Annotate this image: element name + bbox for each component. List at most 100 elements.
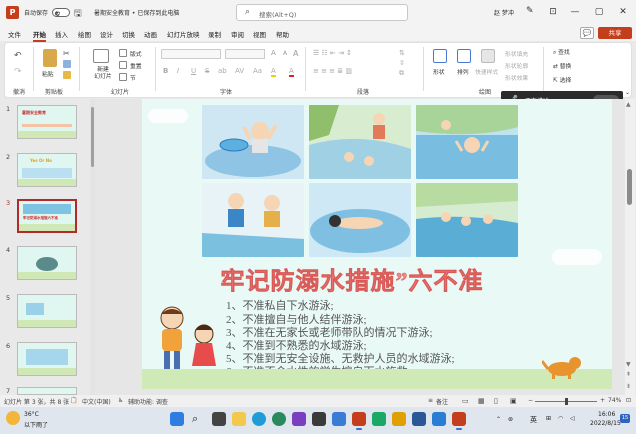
highlight-button[interactable]: A (271, 67, 276, 77)
task-view-icon[interactable] (212, 412, 226, 426)
notification-badge[interactable]: 15 (620, 414, 630, 423)
strikethrough-button[interactable]: S (205, 67, 209, 75)
file-explorer-icon[interactable] (232, 412, 246, 426)
slide-thumbnail-4[interactable] (17, 246, 77, 280)
share-button[interactable]: 共享 (598, 27, 632, 39)
slide-vertical-scrollbar[interactable]: ▲ ▼ ⇞ ⇟ (625, 99, 635, 395)
app-icon[interactable] (432, 412, 446, 426)
menu-insert[interactable]: 插入 (55, 29, 68, 39)
close-button[interactable]: ✕ (612, 4, 634, 20)
redo-icon[interactable]: ↷ (14, 67, 22, 77)
current-slide[interactable]: 牢记防溺水措施”六不准 1、不准私自下水游泳; 2、不准擅自与他人结伴游泳; 3… (142, 99, 612, 389)
section-label[interactable]: 节 (130, 73, 136, 82)
next-slide-icon[interactable]: ⇟ (626, 383, 631, 390)
new-slide-icon[interactable] (93, 49, 109, 63)
accessibility-status[interactable]: 辅助功能: 调查 (128, 397, 168, 406)
align-text-icon[interactable]: ⇳ (399, 59, 405, 67)
fit-to-window-icon[interactable]: ⊡ (626, 397, 631, 404)
menu-help[interactable]: 帮助 (276, 29, 289, 39)
pen-icon[interactable]: ✎ (526, 6, 534, 16)
menu-view[interactable]: 视图 (253, 29, 266, 39)
language-status[interactable]: 中文(中国) (82, 397, 111, 406)
paste-icon[interactable] (43, 49, 57, 67)
menu-home[interactable]: 开始 (33, 29, 46, 42)
user-name[interactable]: 赵 梦冲 (494, 8, 514, 17)
taskbar-search-icon[interactable]: ⌕ (192, 412, 206, 426)
weather-icon[interactable] (6, 411, 20, 425)
menu-record[interactable]: 录制 (208, 29, 221, 39)
shadow-button[interactable]: ab (218, 67, 227, 75)
clear-format-icon[interactable]: A (293, 49, 298, 58)
cut-icon[interactable]: ✂ (63, 49, 71, 58)
slide-thumbnail-6[interactable] (17, 342, 77, 376)
align-icons[interactable]: ≡ ≡ ≡ ≣ ▥ (313, 67, 352, 75)
replace-button[interactable]: ⇄ 替换 (553, 61, 571, 70)
shape-effect-button[interactable]: 形状效果 (505, 73, 528, 82)
ribbon-collapse-icon[interactable]: ⌄ (625, 89, 630, 96)
accessibility-icon[interactable]: ♿ (118, 397, 123, 404)
app-icon[interactable] (332, 412, 346, 426)
slide-sorter-icon[interactable]: ▦ (478, 397, 485, 405)
maximize-button[interactable]: ▢ (588, 4, 610, 20)
shapes-label[interactable]: 形状 (433, 67, 445, 76)
section-icon[interactable] (119, 73, 127, 81)
menu-slideshow[interactable]: 幻灯片放映 (167, 29, 200, 39)
slide-title[interactable]: 牢记防溺水措施”六不准 (182, 261, 522, 296)
clock-time[interactable]: 16:06 (598, 411, 615, 418)
clock-date[interactable]: 2022/8/15 (590, 420, 621, 427)
app-icon[interactable] (292, 412, 306, 426)
quick-styles-icon[interactable] (481, 49, 495, 63)
zoom-out-icon[interactable]: − (528, 397, 533, 404)
edge-icon[interactable] (252, 412, 266, 426)
scroll-up-icon[interactable]: ▲ (626, 101, 631, 108)
windows-start-icon[interactable] (170, 412, 184, 426)
smartart-icon[interactable]: ⧉ (399, 69, 404, 78)
comment-button[interactable]: 💬 (580, 27, 594, 39)
bold-button[interactable]: B (163, 67, 168, 75)
layout-label[interactable]: 版式 (130, 49, 142, 58)
copy-icon[interactable] (63, 60, 71, 68)
volume-icon[interactable]: ◁ (570, 415, 575, 422)
zoom-slider-thumb[interactable] (565, 398, 568, 405)
word-icon[interactable] (412, 412, 426, 426)
save-icon[interactable]: 🖫 (74, 6, 82, 22)
grow-font-icon[interactable]: A (271, 49, 276, 57)
slide-thumbnail-5[interactable] (17, 294, 77, 328)
font-color-button[interactable]: A (289, 67, 294, 77)
reset-icon[interactable] (119, 61, 127, 69)
app-icon[interactable] (312, 412, 326, 426)
zoom-level[interactable]: 74% (608, 397, 621, 404)
normal-view-icon[interactable]: ▭ (462, 397, 469, 405)
text-direction-icon[interactable]: ⇅ (399, 49, 405, 57)
char-spacing-button[interactable]: AV (235, 67, 244, 75)
wifi-icon[interactable]: ◠ (558, 415, 563, 422)
bullets-icon[interactable]: ☰ ☷ ⇤ ⇥ ↕ (313, 49, 352, 57)
network-icon[interactable]: ⊛ (508, 416, 513, 423)
powerpoint-window-icon[interactable] (452, 412, 466, 430)
underline-button[interactable]: U (191, 67, 196, 75)
reading-view-icon[interactable]: ▯ (494, 397, 498, 405)
new-slide-label[interactable]: 新建 幻灯片 (89, 67, 117, 81)
select-button[interactable]: ⇱ 选择 (553, 75, 571, 84)
reset-label[interactable]: 重置 (130, 61, 142, 70)
zoom-in-icon[interactable]: + (600, 397, 605, 404)
minimize-button[interactable]: — (564, 4, 586, 20)
menu-transitions[interactable]: 切换 (122, 29, 135, 39)
italic-button[interactable]: I (177, 67, 179, 75)
slide-thumbnail-3[interactable]: 牢记防溺水措施六不准 (17, 199, 77, 233)
chrome-icon[interactable] (272, 412, 286, 426)
scroll-down-icon[interactable]: ▼ (626, 361, 631, 368)
menu-animations[interactable]: 动画 (144, 29, 157, 39)
menu-design[interactable]: 设计 (100, 29, 113, 39)
shape-fill-button[interactable]: 形状填充 (505, 49, 528, 58)
quick-styles-label[interactable]: 快速样式 (475, 67, 498, 76)
slide-thumbnail-1[interactable]: 暑期安全教育 (17, 105, 77, 139)
app-icon[interactable] (392, 412, 406, 426)
format-painter-icon[interactable] (63, 71, 71, 79)
proofing-icon[interactable]: 📋 (70, 397, 77, 404)
powerpoint-taskbar-icon[interactable] (352, 412, 366, 430)
tray-overflow-icon[interactable]: ⌃ (496, 416, 501, 423)
wechat-icon[interactable] (372, 412, 386, 426)
slideshow-icon[interactable]: ▣ (510, 397, 517, 405)
shrink-font-icon[interactable]: A (283, 50, 287, 57)
